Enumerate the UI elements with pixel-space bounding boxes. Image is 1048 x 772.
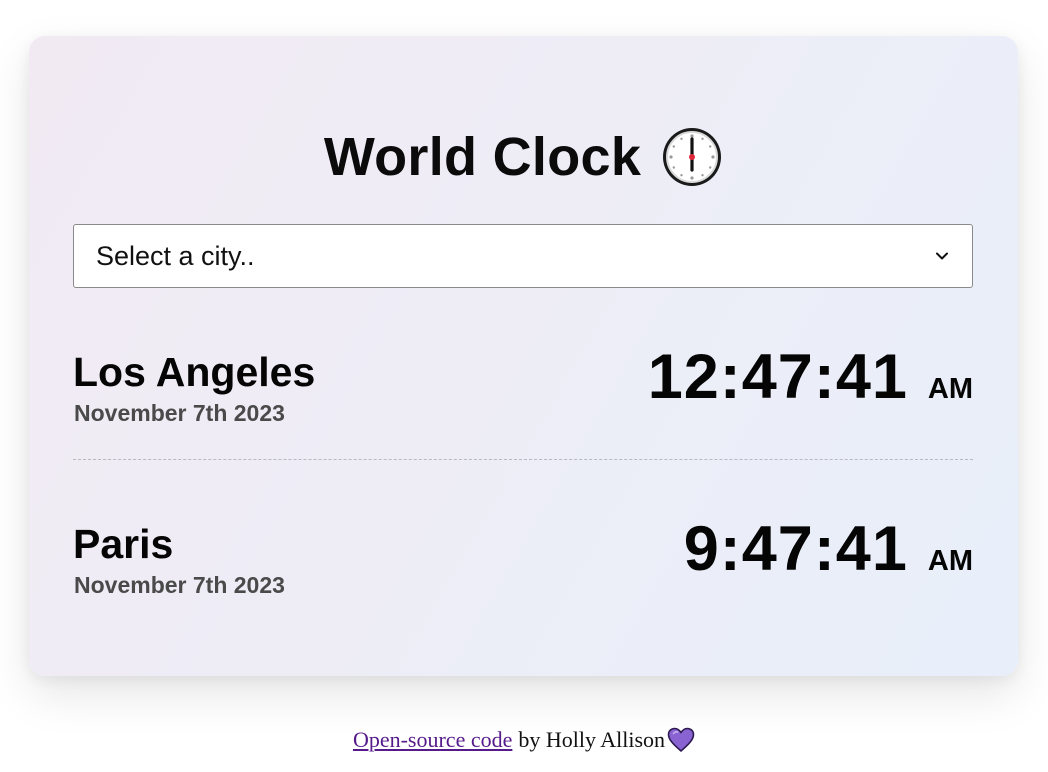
- footer-author-text: by Holly Allison: [518, 727, 666, 752]
- footer: Open-source code by Holly Allison: [0, 724, 1048, 756]
- world-clock-card: World Clock Select a city.. Los Angeles …: [29, 36, 1018, 676]
- city-divider: [73, 459, 973, 460]
- time-value: 12:47:41: [647, 342, 908, 412]
- chevron-down-icon: [936, 252, 948, 260]
- city-name: Los Angeles: [73, 349, 316, 395]
- header: World Clock: [29, 124, 1018, 190]
- city-date: November 7th 2023: [74, 400, 285, 426]
- purple-heart-icon: [667, 727, 695, 752]
- city-date: November 7th 2023: [74, 572, 285, 598]
- time-ampm: AM: [927, 373, 973, 405]
- city-select-value: Select a city..: [96, 240, 255, 271]
- city-select[interactable]: Select a city..: [73, 224, 973, 288]
- city-row-paris: Paris November 7th 2023 9:47:41 AM: [73, 518, 973, 618]
- page-title: World Clock: [323, 127, 642, 187]
- clock-icon: [663, 128, 722, 186]
- time-value: 9:47:41: [683, 514, 908, 584]
- city-name: Paris: [73, 521, 174, 567]
- city-time: 12:47:41 AM: [648, 346, 973, 409]
- time-ampm: AM: [927, 545, 973, 577]
- city-time: 9:47:41 AM: [684, 518, 973, 581]
- city-row-los-angeles: Los Angeles November 7th 2023 12:47:41 A…: [73, 346, 973, 446]
- open-source-code-link[interactable]: Open-source code: [353, 727, 512, 753]
